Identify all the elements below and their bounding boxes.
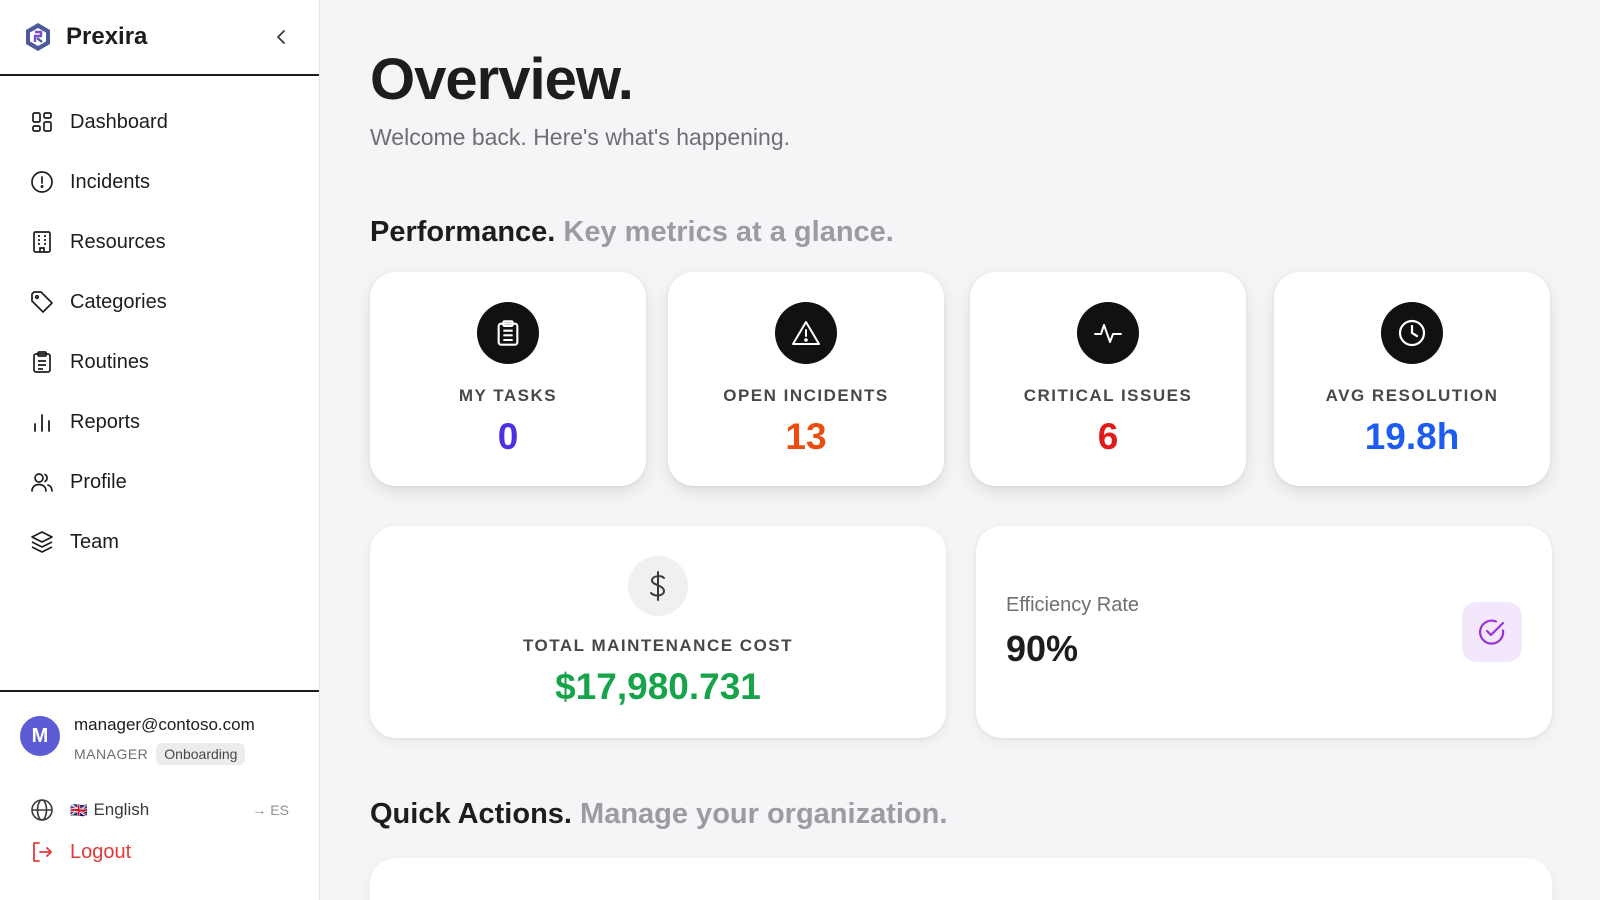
activity-icon bbox=[1077, 302, 1139, 364]
sidebar-item-label: Categories bbox=[70, 290, 167, 313]
page-subtitle: Welcome back. Here's what's happening. bbox=[370, 124, 791, 150]
warning-icon bbox=[775, 302, 837, 364]
quick-actions-card bbox=[370, 858, 1552, 900]
section-title-muted: Manage your organization. bbox=[580, 798, 948, 830]
stat-label: OPEN INCIDENTS bbox=[723, 386, 889, 405]
user-card[interactable]: M manager@contoso.com MANAGER Onboarding bbox=[0, 692, 319, 765]
dollar-icon bbox=[628, 556, 688, 616]
sidebar-item-label: Team bbox=[70, 530, 119, 553]
logout-label: Logout bbox=[70, 840, 132, 863]
stat-label: AVG RESOLUTION bbox=[1325, 386, 1499, 405]
section-title-muted: Key metrics at a glance. bbox=[563, 216, 894, 248]
sidebar-item-incidents[interactable]: Incidents bbox=[0, 152, 319, 212]
sidebar-item-routines[interactable]: Routines bbox=[0, 332, 319, 392]
app-name: Prexira bbox=[66, 23, 148, 50]
chevron-left-icon bbox=[277, 30, 285, 44]
stat-value: 0 bbox=[497, 416, 519, 457]
stat-card-my-tasks[interactable]: MY TASKS 0 bbox=[370, 272, 646, 486]
avatar: M bbox=[20, 716, 60, 756]
sidebar-item-dashboard[interactable]: Dashboard bbox=[0, 92, 319, 152]
sidebar: Prexira Dashboard Incidents Resources Ca… bbox=[0, 0, 320, 900]
bar-chart-icon bbox=[30, 410, 54, 434]
check-circle-icon bbox=[1462, 602, 1522, 662]
logout-icon bbox=[30, 840, 54, 864]
sidebar-item-label: Reports bbox=[70, 410, 141, 433]
clipboard-icon bbox=[30, 350, 54, 374]
efficiency-value: 90% bbox=[1006, 628, 1079, 669]
section-title-strong: Quick Actions. bbox=[370, 798, 572, 830]
user-role: MANAGER bbox=[74, 746, 149, 762]
sidebar-footer: M manager@contoso.com MANAGER Onboarding… bbox=[0, 690, 319, 900]
quick-actions-section-title: Quick Actions. Manage your organization. bbox=[370, 798, 947, 831]
status-badge: Onboarding bbox=[156, 743, 246, 765]
uk-flag-icon: 🇬🇧 bbox=[70, 801, 88, 818]
total-maintenance-cost-card[interactable]: TOTAL MAINTENANCE COST $17,980.731 bbox=[370, 526, 946, 738]
sidebar-item-label: Resources bbox=[70, 230, 166, 253]
sidebar-nav: Dashboard Incidents Resources Categories… bbox=[0, 76, 319, 572]
stat-value: 19.8h bbox=[1364, 416, 1460, 457]
sidebar-item-profile[interactable]: Profile bbox=[0, 452, 319, 512]
logout-button[interactable]: Logout bbox=[0, 837, 319, 867]
user-email: manager@contoso.com bbox=[74, 715, 255, 734]
efficiency-rate-card[interactable]: Efficiency Rate 90% bbox=[976, 526, 1552, 738]
stat-card-open-incidents[interactable]: OPEN INCIDENTS 13 bbox=[668, 272, 944, 486]
stat-value: 6 bbox=[1097, 416, 1119, 457]
sidebar-item-label: Profile bbox=[70, 470, 127, 493]
sidebar-item-reports[interactable]: Reports bbox=[0, 392, 319, 452]
stat-card-avg-resolution[interactable]: AVG RESOLUTION 19.8h bbox=[1274, 272, 1550, 486]
sidebar-item-label: Dashboard bbox=[70, 110, 168, 133]
sidebar-item-label: Routines bbox=[70, 350, 149, 373]
sidebar-item-categories[interactable]: Categories bbox=[0, 272, 319, 332]
page-title: Overview. bbox=[370, 47, 634, 112]
sidebar-item-label: Incidents bbox=[70, 170, 151, 193]
brand-header: Prexira bbox=[0, 0, 319, 76]
section-title-strong: Performance. bbox=[370, 216, 556, 248]
sidebar-item-team[interactable]: Team bbox=[0, 512, 319, 572]
language-switcher[interactable]: 🇬🇧 English → ES bbox=[0, 795, 319, 825]
efficiency-label: Efficiency Rate bbox=[1006, 594, 1140, 616]
sidebar-item-resources[interactable]: Resources bbox=[0, 212, 319, 272]
stat-label: MY TASKS bbox=[458, 386, 558, 405]
performance-section-title: Performance. Key metrics at a glance. bbox=[370, 216, 894, 249]
alert-circle-icon bbox=[30, 170, 54, 194]
clipboard-icon bbox=[477, 302, 539, 364]
globe-icon bbox=[30, 798, 54, 822]
users-icon bbox=[30, 470, 54, 494]
prexira-logo-icon bbox=[24, 23, 52, 51]
stat-card-critical-issues[interactable]: CRITICAL ISSUES 6 bbox=[970, 272, 1246, 486]
stat-label: CRITICAL ISSUES bbox=[1023, 386, 1193, 405]
dashboard-icon bbox=[30, 110, 54, 134]
cost-label: TOTAL MAINTENANCE COST bbox=[522, 636, 794, 655]
language-switch-hint: → ES bbox=[252, 802, 289, 818]
cost-value: $17,980.731 bbox=[555, 666, 761, 707]
building-icon bbox=[30, 230, 54, 254]
tag-icon bbox=[30, 290, 54, 314]
clock-icon bbox=[1381, 302, 1443, 364]
stat-value: 13 bbox=[785, 416, 827, 457]
layers-icon bbox=[30, 530, 54, 554]
collapse-sidebar-button[interactable] bbox=[267, 23, 295, 51]
language-label: English bbox=[93, 800, 150, 819]
main-content: Overview. Welcome back. Here's what's ha… bbox=[370, 0, 1552, 900]
